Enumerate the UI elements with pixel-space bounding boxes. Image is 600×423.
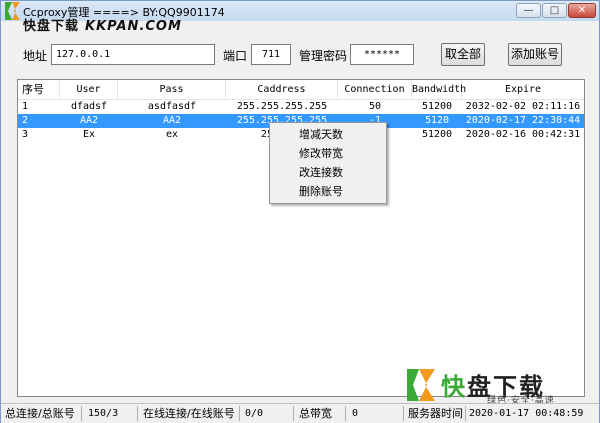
status-separator (403, 406, 404, 421)
fetch-all-button[interactable]: 取全部 (441, 43, 485, 66)
cell-bandwidth: 51200 (421, 101, 453, 112)
status-server-time-label: 服务器时间 (408, 407, 463, 420)
watermark-bottom-cn-left: 快 (441, 373, 467, 401)
status-separator (137, 406, 138, 421)
status-online-label: 在线连接/在线账号 (143, 407, 235, 420)
close-button[interactable]: ✕ (568, 3, 596, 18)
port-label: 端口 (223, 49, 248, 63)
cell-expire: 2020-02-17 22:30:44 (465, 115, 581, 126)
cell-caddress: 255.255.255.255 (236, 101, 328, 112)
cell-expire: 2020-02-16 00:42:31 (465, 129, 581, 140)
column-header-expire[interactable]: Expire (462, 80, 584, 99)
menu-item-adjust-days[interactable]: 增减天数 (270, 125, 386, 144)
status-total-value: 150/3 (88, 408, 119, 419)
cell-pass: asdfasdf (147, 101, 197, 112)
cell-user: Ex (82, 129, 96, 140)
app-window: Ccproxy管理 ====> BY:QQ9901174 — □ ✕ 快盘下载 K… (0, 0, 600, 423)
menu-item-delete-account[interactable]: 删除账号 (270, 182, 386, 201)
password-label: 管理密码 (299, 49, 348, 63)
minimize-button[interactable]: — (516, 3, 541, 18)
table-row[interactable]: 1 dfadsf asdfasdf 255.255.255.255 50 512… (18, 100, 584, 114)
status-bandwidth-value: 0 (352, 408, 359, 419)
watermark-en: KKPAN.COM (85, 19, 182, 34)
menu-item-change-bandwidth[interactable]: 修改带宽 (270, 144, 386, 163)
column-header-caddress[interactable]: Caddress (226, 80, 338, 99)
menu-item-change-connections[interactable]: 改连接数 (270, 163, 386, 182)
add-account-button[interactable]: 添加账号 (508, 43, 562, 66)
address-label: 地址 (23, 49, 48, 63)
address-field[interactable]: 127.0.0.1 (51, 44, 215, 65)
column-header-user[interactable]: User (60, 80, 118, 99)
maximize-button[interactable]: □ (542, 3, 567, 18)
cell-bandwidth: 51200 (421, 129, 453, 140)
cell-pass: ex (165, 129, 179, 140)
status-separator (465, 406, 466, 421)
context-menu: 增减天数 修改带宽 改连接数 删除账号 (269, 122, 387, 204)
cell-connection: 50 (368, 101, 382, 112)
cell-no: 1 (22, 101, 29, 112)
list-header: 序号 User Pass Caddress Connection Bandwid… (18, 80, 584, 100)
maximize-icon: □ (549, 5, 560, 16)
watermark-cn: 快盘下载 (23, 19, 80, 34)
status-total-label: 总连接/总账号 (5, 407, 75, 420)
password-field[interactable]: ****** (350, 44, 414, 65)
cell-user: dfadsf (70, 101, 108, 112)
column-header-connection[interactable]: Connection (338, 80, 412, 99)
cell-expire: 2032-02-02 02:11:16 (465, 101, 581, 112)
close-icon: ✕ (577, 5, 587, 16)
status-online-value: 0/0 (245, 408, 264, 419)
cell-no: 3 (22, 129, 29, 140)
status-server-time-value: 2020-01-17 00:48:59 (469, 408, 584, 419)
status-bandwidth-label: 总带宽 (299, 407, 332, 420)
status-separator (345, 406, 346, 421)
kkpan-logo-icon (5, 2, 20, 20)
column-header-pass[interactable]: Pass (118, 80, 226, 99)
port-field[interactable]: 711 (251, 44, 291, 65)
column-header-no[interactable]: 序号 (18, 80, 60, 99)
watermark-top: 快盘下载 KKPAN.COM (23, 15, 182, 34)
cell-pass: AA2 (162, 115, 182, 126)
minimize-icon: — (523, 5, 534, 16)
status-separator (81, 406, 82, 421)
cell-bandwidth: 5120 (424, 115, 450, 126)
cell-no: 2 (22, 115, 29, 126)
cell-user: AA2 (79, 115, 99, 126)
column-header-bandwidth[interactable]: Bandwidth (412, 80, 466, 99)
status-bar: 总连接/总账号 150/3 在线连接/在线账号 0/0 总带宽 0 服务器时间 … (1, 403, 599, 423)
status-separator (239, 406, 240, 421)
status-separator (293, 406, 294, 421)
